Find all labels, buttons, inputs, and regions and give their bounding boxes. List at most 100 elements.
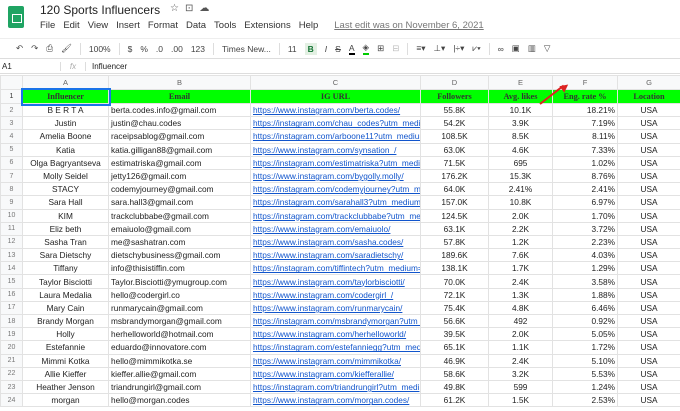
influencer-cell[interactable]: KIM <box>22 208 109 223</box>
location-cell[interactable]: USA <box>617 274 680 289</box>
eng-rate-cell[interactable]: 1.72% <box>552 340 618 355</box>
column-header-a[interactable]: A <box>22 75 109 90</box>
column-header-b[interactable]: B <box>108 75 251 90</box>
row-header[interactable]: 11 <box>0 221 23 236</box>
undo-icon[interactable]: ↶ <box>16 43 23 54</box>
eng-rate-cell[interactable]: 7.33% <box>552 142 618 157</box>
row-header[interactable]: 4 <box>0 129 23 144</box>
followers-cell[interactable]: 64.0K <box>420 182 489 197</box>
eng-rate-cell[interactable]: 2.23% <box>552 234 618 250</box>
influencer-cell[interactable]: Tiffany <box>22 261 109 276</box>
location-cell[interactable]: USA <box>617 195 680 210</box>
eng-rate-cell[interactable]: 5.05% <box>552 327 618 342</box>
influencer-cell[interactable]: STACY <box>22 182 109 197</box>
name-box[interactable]: A1 <box>0 62 60 71</box>
location-cell[interactable]: USA <box>617 248 680 263</box>
font-size-select[interactable]: 11 <box>288 44 297 54</box>
eng-rate-cell[interactable]: 1.29% <box>552 261 618 276</box>
eng-rate-cell[interactable]: 4.03% <box>552 248 618 263</box>
star-icon[interactable]: ☆ <box>170 3 185 14</box>
avg-likes-cell[interactable]: 8.5K <box>488 129 553 144</box>
email-cell[interactable]: Taylor.Bisciotti@ymugroup.com <box>108 274 251 289</box>
row-header[interactable]: 15 <box>0 274 23 289</box>
row-header[interactable]: 14 <box>0 261 23 276</box>
location-cell[interactable]: USA <box>617 300 680 316</box>
text-rotate-icon[interactable]: ⩗▾ <box>472 43 480 54</box>
row-header[interactable]: 9 <box>0 195 23 210</box>
avg-likes-cell[interactable]: 10.1K <box>488 102 553 118</box>
avg-likes-cell[interactable]: 2.4K <box>488 274 553 289</box>
email-cell[interactable]: emaiuolo@gmail.com <box>108 221 251 236</box>
email-cell[interactable]: trackclubbabe@gmail.com <box>108 208 251 223</box>
influencer-cell[interactable]: Brandy Morgan <box>22 313 109 329</box>
avg-likes-cell[interactable]: 2.0K <box>488 208 553 223</box>
avg-likes-cell[interactable]: 3.9K <box>488 116 553 131</box>
eng-rate-cell[interactable]: 2.53% <box>552 393 618 408</box>
row-header[interactable]: 16 <box>0 287 23 302</box>
followers-cell[interactable]: 176.2K <box>420 168 489 184</box>
influencer-cell[interactable]: Molly Seidel <box>22 168 109 184</box>
email-cell[interactable]: berta.codes.info@gmail.com <box>108 102 251 118</box>
eng-rate-cell[interactable]: 8.11% <box>552 129 618 144</box>
row-header[interactable]: 5 <box>0 142 23 157</box>
increase-decimal-button[interactable]: .00 <box>171 44 183 54</box>
header-cell[interactable]: Followers <box>420 89 489 104</box>
influencer-cell[interactable]: Sara Hall <box>22 195 109 210</box>
cloud-status-icon[interactable]: ☁ <box>199 3 215 14</box>
location-cell[interactable]: USA <box>617 155 680 170</box>
print-icon[interactable]: ⎙ <box>46 43 53 54</box>
email-cell[interactable]: hello@codergirl.co <box>108 287 251 302</box>
header-cell[interactable]: Influencer <box>20 87 111 106</box>
location-cell[interactable]: USA <box>617 366 680 381</box>
location-cell[interactable]: USA <box>617 168 680 184</box>
menu-tools[interactable]: Tools <box>214 20 236 31</box>
menu-view[interactable]: View <box>88 20 108 31</box>
influencer-cell[interactable]: Mimmi Kotka <box>22 353 109 368</box>
insert-comment-icon[interactable]: ▣ <box>512 43 520 54</box>
menu-extensions[interactable]: Extensions <box>244 20 290 31</box>
avg-likes-cell[interactable]: 1.2K <box>488 234 553 250</box>
email-cell[interactable]: runmarycain@gmail.com <box>108 300 251 316</box>
row-header[interactable]: 23 <box>0 379 23 395</box>
email-cell[interactable]: me@sashatran.com <box>108 234 251 250</box>
influencer-cell[interactable]: Laura Medalia <box>22 287 109 302</box>
eng-rate-cell[interactable]: 18.21% <box>552 102 618 118</box>
influencer-cell[interactable]: Mary Cain <box>22 300 109 316</box>
followers-cell[interactable]: 54.2K <box>420 116 489 131</box>
formula-input[interactable]: Influencer <box>86 62 127 71</box>
header-cell[interactable]: Location <box>617 89 680 104</box>
email-cell[interactable]: eduardo@innovatore.com <box>108 340 251 355</box>
influencer-cell[interactable]: Olga Bagryantseva <box>22 155 109 170</box>
eng-rate-cell[interactable]: 1.24% <box>552 379 618 395</box>
followers-cell[interactable]: 39.5K <box>420 327 489 342</box>
influencer-cell[interactable]: Holly <box>22 327 109 342</box>
followers-cell[interactable]: 138.1K <box>420 261 489 276</box>
influencer-cell[interactable]: Amelia Boone <box>22 129 109 144</box>
insert-chart-icon[interactable]: ▥ <box>528 43 536 54</box>
filter-icon[interactable]: ▽ <box>544 43 551 54</box>
header-cell[interactable]: IG URL <box>250 89 421 104</box>
email-cell[interactable]: hello@morgan.codes <box>108 393 251 408</box>
eng-rate-cell[interactable]: 5.10% <box>552 353 618 368</box>
eng-rate-cell[interactable]: 6.46% <box>552 300 618 316</box>
menu-insert[interactable]: Insert <box>116 20 140 31</box>
avg-likes-cell[interactable]: 695 <box>488 155 553 170</box>
move-folder-icon[interactable]: ⊡ <box>185 3 199 14</box>
column-header-g[interactable]: G <box>617 75 680 90</box>
text-color-button[interactable]: A <box>348 43 355 55</box>
strikethrough-button[interactable]: S <box>335 44 341 54</box>
followers-cell[interactable]: 63.0K <box>420 142 489 157</box>
email-cell[interactable]: katia.gilligan88@gmail.com <box>108 142 251 157</box>
row-header[interactable]: 17 <box>0 300 23 316</box>
ig-url-link[interactable]: https://instagram.com/chau_codes?utm_med… <box>250 116 421 131</box>
email-cell[interactable]: codemyjourney@gmail.com <box>108 182 251 197</box>
followers-cell[interactable]: 157.0K <box>420 195 489 210</box>
borders-icon[interactable]: ⊞ <box>377 43 384 54</box>
row-header[interactable]: 2 <box>0 102 23 118</box>
email-cell[interactable]: hello@mimmikotka.se <box>108 353 251 368</box>
ig-url-link[interactable]: https://instagram.com/estimatriska?utm_m… <box>250 155 421 170</box>
eng-rate-cell[interactable]: 3.58% <box>552 274 618 289</box>
fill-color-icon[interactable]: ◈ <box>362 42 370 55</box>
percent-button[interactable]: % <box>140 44 148 54</box>
location-cell[interactable]: USA <box>617 353 680 368</box>
